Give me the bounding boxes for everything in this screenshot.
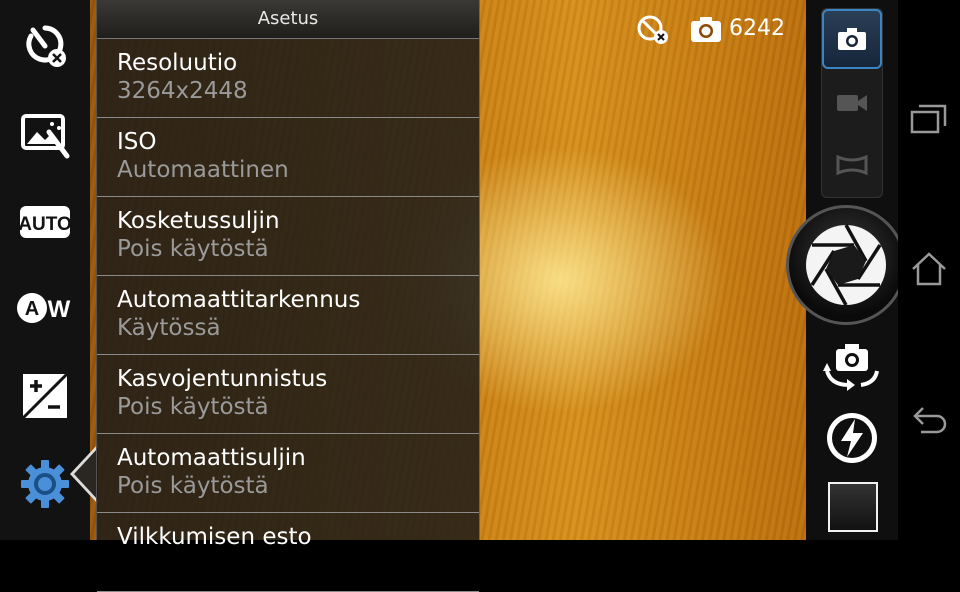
aperture-icon bbox=[806, 224, 886, 306]
white-balance-button[interactable]: A W bbox=[13, 276, 77, 340]
exposure-button[interactable] bbox=[13, 364, 77, 428]
auto-mode-icon: AUTO bbox=[18, 206, 72, 238]
flash-button[interactable] bbox=[824, 410, 880, 466]
setting-label: Automaattitarkennus bbox=[117, 287, 361, 313]
setting-value: Pois käytöstä bbox=[117, 473, 269, 499]
back-button[interactable] bbox=[904, 396, 954, 446]
setting-value: Pois käytöstä bbox=[117, 236, 269, 262]
svg-text:W: W bbox=[48, 296, 71, 323]
svg-text:AUTO: AUTO bbox=[18, 214, 71, 235]
photo-mode-indicator bbox=[689, 14, 723, 44]
capture-mode-selector bbox=[821, 8, 883, 198]
exposure-icon bbox=[21, 372, 69, 420]
settings-pointer-inner bbox=[74, 448, 98, 500]
switch-camera-icon bbox=[823, 344, 879, 391]
recent-apps-button[interactable] bbox=[904, 94, 954, 144]
scene-mode-icon bbox=[21, 114, 70, 159]
setting-label: Automaattisuljin bbox=[117, 445, 306, 471]
settings-panel[interactable]: Asetus Resoluutio 3264x2448 ISO Automaat… bbox=[96, 0, 480, 592]
settings-panel-title: Asetus bbox=[97, 0, 479, 39]
camera-icon bbox=[838, 28, 866, 50]
setting-label: Vilkkumisen esto bbox=[117, 524, 312, 550]
video-camera-icon bbox=[837, 95, 867, 111]
setting-label: ISO bbox=[117, 129, 157, 155]
recent-apps-icon bbox=[910, 104, 947, 134]
setting-value: Pois käytöstä bbox=[117, 394, 269, 420]
home-icon bbox=[912, 252, 946, 286]
setting-resolution[interactable]: Resoluutio 3264x2448 bbox=[97, 39, 479, 118]
panorama-mode-button[interactable] bbox=[822, 135, 882, 195]
back-icon bbox=[913, 407, 947, 434]
setting-touch-shutter[interactable]: Kosketussuljin Pois käytöstä bbox=[97, 197, 479, 276]
setting-value: 3264x2448 bbox=[117, 78, 248, 104]
setting-label: Resoluutio bbox=[117, 50, 238, 76]
settings-button[interactable] bbox=[13, 452, 77, 516]
white-balance-icon: A W bbox=[17, 293, 71, 323]
setting-auto-shutter[interactable]: Automaattisuljin Pois käytöstä bbox=[97, 434, 479, 513]
setting-iso[interactable]: ISO Automaattinen bbox=[97, 118, 479, 197]
gps-off-icon bbox=[637, 15, 668, 44]
remaining-shots-count: 6242 bbox=[729, 16, 785, 41]
home-button[interactable] bbox=[904, 244, 954, 294]
gps-off-indicator bbox=[636, 14, 672, 46]
self-timer-off-icon bbox=[26, 25, 66, 67]
svg-text:A: A bbox=[25, 298, 39, 320]
shutter-button[interactable] bbox=[786, 205, 906, 325]
panorama-icon bbox=[836, 154, 868, 176]
settings-gear-icon bbox=[21, 460, 69, 508]
camera-icon bbox=[691, 17, 721, 42]
last-photo-thumbnail[interactable] bbox=[828, 482, 878, 532]
setting-label: Kasvojentunnistus bbox=[117, 366, 328, 392]
video-mode-button[interactable] bbox=[822, 73, 882, 133]
flash-icon bbox=[827, 413, 877, 463]
setting-anti-flicker[interactable]: Vilkkumisen esto bbox=[97, 513, 479, 592]
setting-face-detection[interactable]: Kasvojentunnistus Pois käytöstä bbox=[97, 355, 479, 434]
self-timer-off-button[interactable] bbox=[13, 14, 77, 78]
switch-camera-button[interactable] bbox=[820, 338, 884, 394]
scene-mode-button[interactable] bbox=[13, 102, 77, 166]
setting-value: Automaattinen bbox=[117, 157, 289, 183]
setting-label: Kosketussuljin bbox=[117, 208, 280, 234]
setting-autofocus[interactable]: Automaattitarkennus Käytössä bbox=[97, 276, 479, 355]
auto-mode-button[interactable]: AUTO bbox=[13, 190, 77, 254]
navigation-bar bbox=[898, 0, 960, 540]
photo-mode-button[interactable] bbox=[822, 9, 882, 69]
setting-value: Käytössä bbox=[117, 315, 221, 341]
